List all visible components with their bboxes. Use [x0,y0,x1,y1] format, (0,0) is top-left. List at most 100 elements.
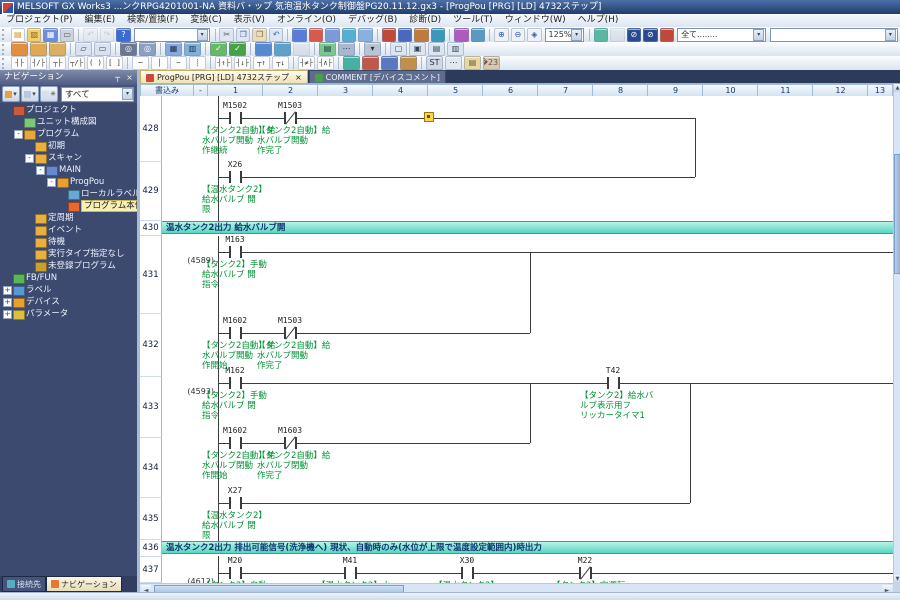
window-cascade-icon[interactable]: ▱ [75,42,92,56]
window-layout-2-icon[interactable]: ▣ [409,42,426,56]
monitor-start-icon[interactable] [381,27,396,42]
open-contact-icon[interactable]: ┤├ [11,56,28,70]
comment-display-icon[interactable] [593,27,609,42]
no-contact[interactable] [229,437,242,449]
no-contact[interactable] [229,567,242,579]
sort-button[interactable]: ▾ [21,86,39,102]
falling-pulse-branch-icon[interactable]: ┬↓ [272,56,289,70]
copy-icon[interactable]: ❐ [235,27,251,42]
monitor-read-mode-icon[interactable] [381,56,398,70]
sidebar-item-progpou[interactable]: - ProgPou [0,176,137,188]
no-contact[interactable] [229,171,242,183]
program-monitor-icon[interactable] [470,27,486,42]
print-icon[interactable]: ▭ [59,27,75,42]
sidebar-item-event-program[interactable]: イベント [0,224,137,236]
paste-icon[interactable]: ❒ [252,27,267,42]
device-memory-icon[interactable] [49,42,66,56]
delete-horizontal-line-icon[interactable]: ╌ [170,56,187,70]
menu-item-6[interactable]: デバッグ(B) [342,14,403,27]
note-display-icon[interactable]: ⊘ [626,27,642,42]
expand-icon[interactable]: + [3,286,12,295]
help-icon[interactable]: ? [116,27,131,42]
collapse-icon[interactable]: - [14,130,23,139]
plc-diagnostics-icon[interactable] [358,27,373,42]
zoom-level-combo[interactable]: 125% ▾ [544,27,584,42]
chevron-down-icon[interactable]: ▾ [571,28,582,41]
sidebar-item-unregistered-program[interactable]: 未登録プログラム [0,260,137,272]
menu-item-1[interactable]: 編集(E) [78,14,121,27]
collapse-icon[interactable]: - [25,154,34,163]
edit-mode-icon[interactable] [343,56,360,70]
watch-window-icon[interactable] [274,42,291,56]
edit-line-statement-icon[interactable]: ⋯ [445,56,462,70]
menu-item-4[interactable]: 表示(V) [228,14,271,27]
chevron-down-icon[interactable]: ▾ [753,28,765,41]
sidebar-item-program[interactable]: - プログラム [0,128,137,140]
no-contact[interactable] [229,377,242,389]
line-statement[interactable]: 温水タンク2出力 排出可能信号(洗浄機へ) 現状、自動時のみ(水位が上限で温度設… [162,541,893,554]
expand-icon[interactable]: + [3,298,12,307]
rising-pulse-icon[interactable]: ┤↑├ [215,56,232,70]
sidebar-item-main-program[interactable]: - MAIN [0,164,137,176]
device-comment-icon[interactable]: ▤ [464,56,481,70]
nc-contact[interactable] [284,436,297,450]
monitor-start-all-icon[interactable] [414,27,429,42]
window-layout-4-icon[interactable]: ▥ [447,42,464,56]
device-list-icon[interactable]: ▥ [184,42,201,56]
scroll-up-icon[interactable]: ▲ [894,84,900,92]
note-edit-icon[interactable]: �235 [483,56,500,70]
keyword-search-combo[interactable]: ▾ [133,27,210,42]
zoom-out-icon[interactable]: ⊖ [510,27,526,42]
chevron-down-icon[interactable]: ▾ [196,28,208,41]
nc-contact[interactable] [284,111,297,125]
convert-icon[interactable]: ✓ [210,42,227,56]
scroll-down-icon[interactable]: ▼ [894,575,900,583]
close-icon[interactable]: × [124,72,135,83]
monitor-stop-icon[interactable] [397,27,413,42]
remote-operation-icon[interactable] [341,27,357,42]
chevron-down-icon[interactable]: ▾ [122,88,133,100]
no-contact[interactable] [461,567,474,579]
toolbar-grip[interactable] [2,57,7,69]
vertical-scroll-thumb[interactable] [894,154,900,274]
menu-item-0[interactable]: プロジェクト(P) [0,14,78,27]
menu-item-10[interactable]: ヘルプ(H) [572,14,625,27]
pulse-result-icon[interactable]: ┤∧├ [317,56,334,70]
window-layout-3-icon[interactable]: ▤ [428,42,445,56]
toolbar-grip[interactable] [2,29,7,40]
write-to-plc-icon[interactable] [308,27,324,42]
no-contact[interactable] [229,246,242,258]
closed-contact-icon[interactable]: ┤/├ [30,56,47,70]
collapse-icon[interactable]: - [47,178,56,187]
menu-item-3[interactable]: 変換(C) [184,14,227,27]
cross-reference-icon[interactable]: ▦ [165,42,182,56]
sidebar-item-module-configuration[interactable]: ユニット構成図 [0,116,137,128]
close-icon[interactable]: × [295,73,302,82]
sidebar-item-local-label[interactable]: ローカルラベル [0,188,137,200]
dock-tab-connection[interactable]: 接続先 [2,576,46,592]
menu-item-5[interactable]: オンライン(O) [271,14,342,27]
menu-item-9[interactable]: ウィンドウ(W) [499,14,572,27]
no-contact[interactable] [229,497,242,509]
menu-item-2[interactable]: 検索/置換(F) [121,14,184,27]
sidebar-item-device[interactable]: + デバイス [0,296,137,308]
parameter-icon[interactable] [11,42,28,56]
find-replace-icon[interactable]: ◎ [139,42,156,56]
read-from-plc-icon[interactable] [292,27,307,42]
pin-icon[interactable]: ┬ [112,72,123,83]
open-project-icon[interactable]: ▨ [26,27,42,42]
find-icon[interactable]: ◎ [120,42,137,56]
toolbar-grip[interactable] [2,43,7,55]
device-search-combo[interactable]: ▾ [770,27,898,42]
no-contact[interactable] [229,112,242,124]
monitor-mode-icon[interactable] [255,42,272,56]
chevron-down-icon[interactable]: ▾ [884,28,896,41]
window-layout-1-icon[interactable]: ▢ [390,42,407,56]
falling-pulse-icon[interactable]: ┤↓├ [234,56,251,70]
application-instruction-icon[interactable]: [ ] [106,56,123,70]
collapse-icon[interactable]: - [36,166,45,175]
label-setting-icon[interactable] [30,42,47,56]
vertical-line-icon[interactable]: │ [151,56,168,70]
comment-target-combo[interactable]: 全て........ ▾ [677,27,767,42]
buffer-memory-monitor-icon[interactable] [454,27,469,42]
